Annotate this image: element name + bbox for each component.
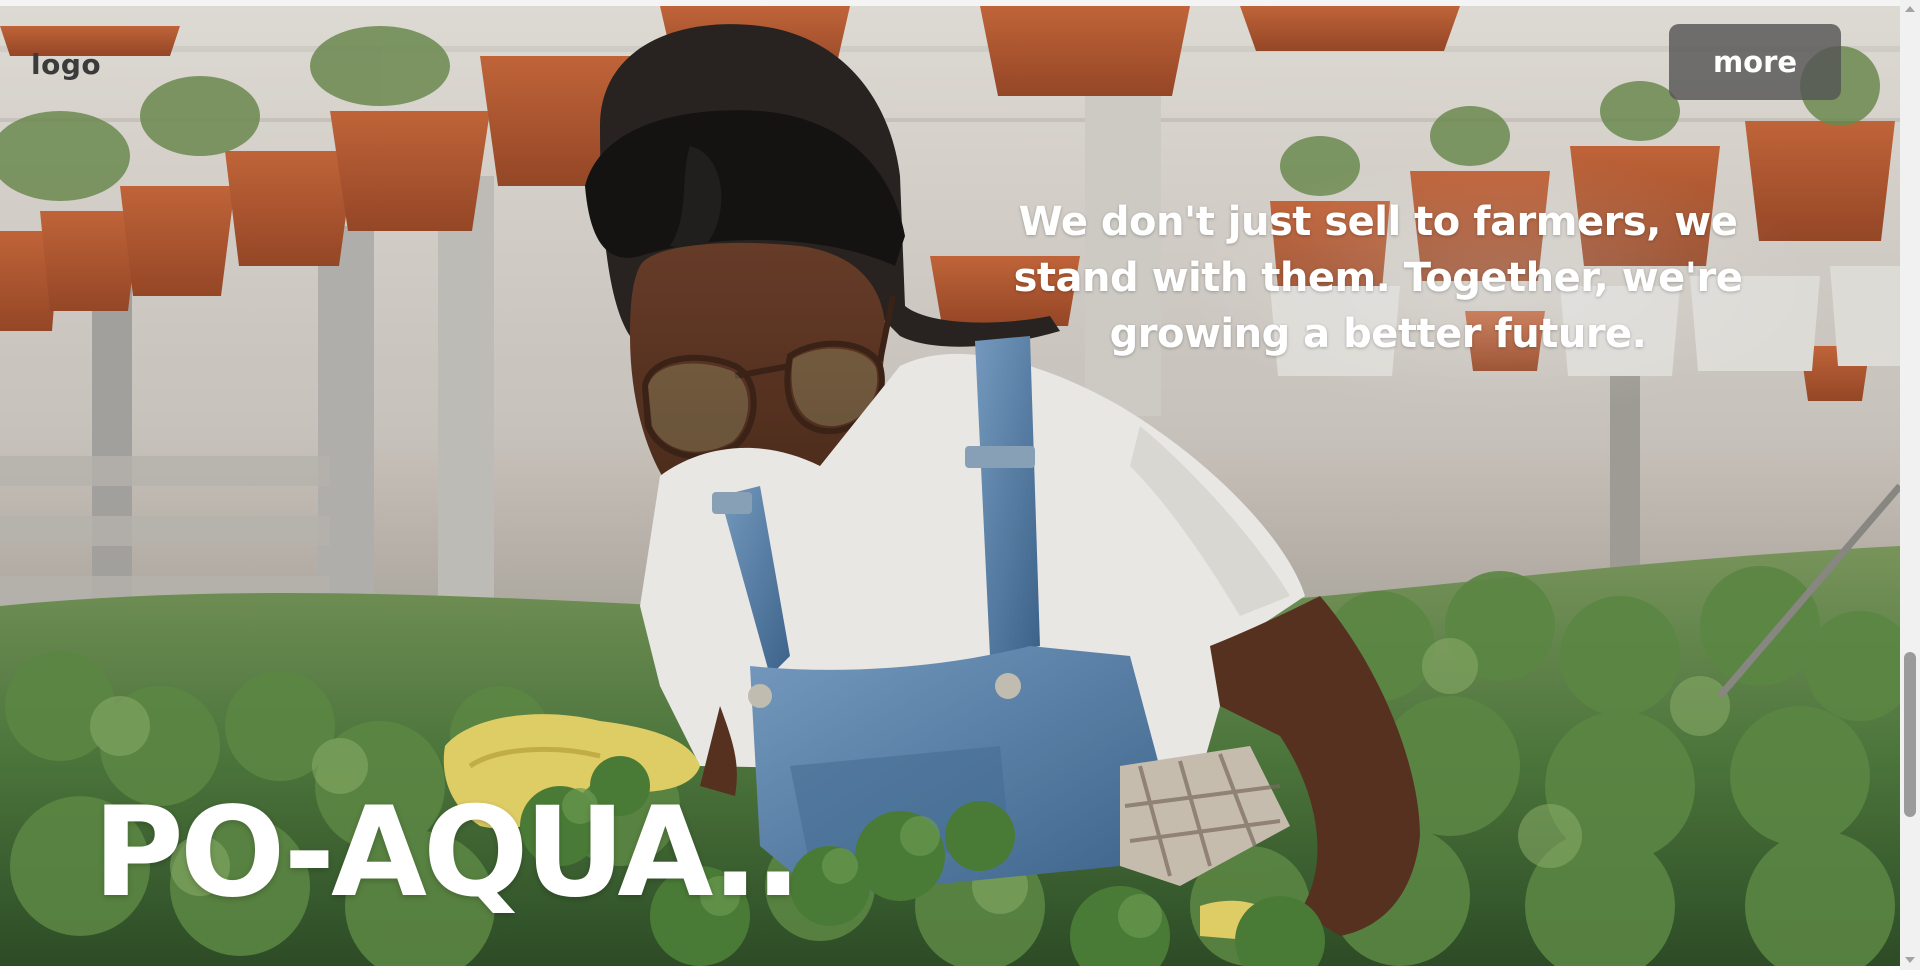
page: logo more We don't just sell to farmers,…: [0, 0, 1920, 970]
hero-section: logo more We don't just sell to farmers,…: [0, 6, 1900, 966]
more-button[interactable]: more: [1669, 24, 1841, 100]
vertical-scrollbar[interactable]: [1900, 0, 1920, 970]
scroll-down-arrow-icon[interactable]: [1905, 957, 1915, 963]
brand-title: PO-AQUA..: [93, 781, 802, 925]
logo[interactable]: logo: [31, 48, 101, 81]
hero-tagline: We don't just sell to farmers, we stand …: [1013, 199, 1743, 357]
scrollbar-thumb[interactable]: [1904, 652, 1916, 817]
scroll-up-arrow-icon[interactable]: [1905, 6, 1915, 12]
